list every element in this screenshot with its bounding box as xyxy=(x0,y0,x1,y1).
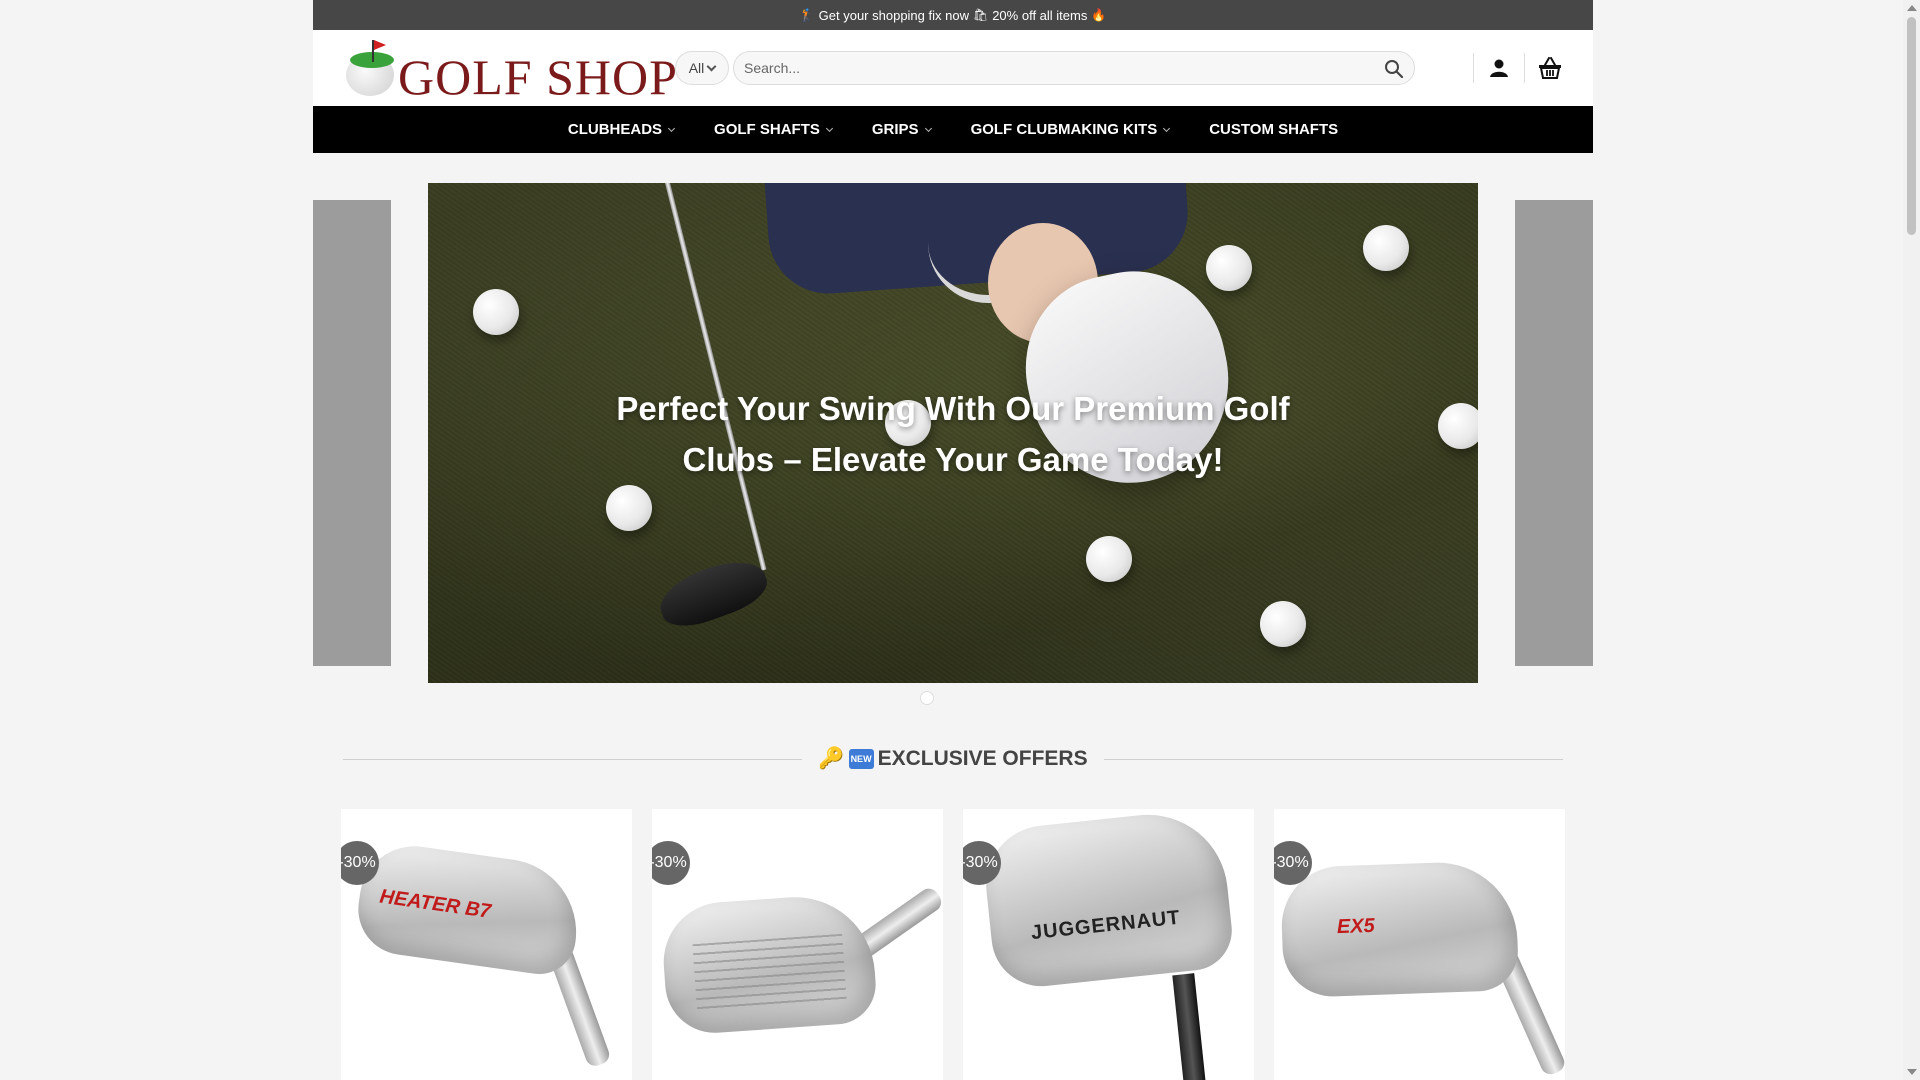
scroll-up-icon[interactable] xyxy=(1907,5,1917,11)
hero-headline-line: Clubs – Elevate Your Game Today! xyxy=(682,441,1224,478)
chevron-down-icon xyxy=(1163,124,1171,132)
golf-ball-image xyxy=(1260,601,1306,647)
slider-prev-slide[interactable] xyxy=(313,200,391,666)
nav-item-golf-shafts[interactable]: GOLF SHAFTS xyxy=(694,121,852,138)
basket-icon xyxy=(1539,57,1561,79)
nav-item-custom-shafts[interactable]: CUSTOM SHAFTS xyxy=(1189,121,1358,138)
scroll-down-icon[interactable] xyxy=(1907,1069,1917,1075)
nav-label: GOLF SHAFTS xyxy=(714,121,820,138)
divider xyxy=(343,758,803,760)
new-icon: NEW xyxy=(848,749,874,769)
shopping-bags-emoji: 🛍 xyxy=(972,8,989,22)
discount-badge: -30% xyxy=(652,841,690,885)
golf-ball-image xyxy=(473,289,519,335)
club-face-grooves xyxy=(692,933,847,1015)
club-shaft-image xyxy=(1172,973,1206,1080)
search-input[interactable] xyxy=(744,52,1364,84)
hero-photo-club-head xyxy=(652,550,774,636)
key-icon: 🔑 xyxy=(818,747,845,770)
logo-text: GOLF SHOP xyxy=(398,49,678,105)
product-image: EX5 xyxy=(1279,859,1520,999)
search-category-value: All xyxy=(688,60,705,76)
account-button[interactable] xyxy=(1474,50,1524,86)
golfer-emoji: 🏌 xyxy=(799,8,815,22)
logo-flag-icon xyxy=(374,40,386,50)
search-category-select[interactable]: All xyxy=(675,51,729,85)
product-image xyxy=(659,891,879,1037)
site-logo[interactable]: GOLF SHOP xyxy=(346,40,677,105)
product-card[interactable]: -30% HEATER B7 xyxy=(341,809,632,1080)
section-title: 🔑 NEW EXCLUSIVE OFFERS xyxy=(802,747,1103,771)
exclusive-offers-heading: 🔑 NEW EXCLUSIVE OFFERS xyxy=(343,742,1563,776)
section-title-text: EXCLUSIVE OFFERS xyxy=(877,747,1088,770)
header-icons xyxy=(1473,50,1575,86)
chevron-down-icon xyxy=(825,124,833,132)
slider-dot[interactable] xyxy=(920,691,934,705)
slider-dots xyxy=(920,691,934,705)
nav-item-golf-clubmaking-kits[interactable]: GOLF CLUBMAKING KITS xyxy=(951,121,1190,138)
hero-banner[interactable]: Perfect Your Swing With Our Premium Golf… xyxy=(428,183,1478,683)
promo-discount-text: 20% off all items xyxy=(992,7,1088,23)
nav-label: GRIPS xyxy=(871,121,919,138)
nav-item-clubheads[interactable]: CLUBHEADS xyxy=(548,121,694,138)
promo-bar: 🏌 Get your shopping fix now 🛍 20% off al… xyxy=(313,0,1593,30)
page-scrollbar[interactable] xyxy=(1903,0,1920,1080)
nav-label: GOLF CLUBMAKING KITS xyxy=(970,121,1158,138)
divider xyxy=(1103,758,1563,760)
fire-emoji: 🔥 xyxy=(1091,8,1107,22)
search-field xyxy=(733,51,1415,85)
product-card[interactable]: -30% JUGGERNAUT xyxy=(963,809,1254,1080)
scrollbar-thumb[interactable] xyxy=(1907,17,1916,235)
product-image: HEATER B7 xyxy=(352,839,586,979)
chevron-down-icon xyxy=(706,61,717,71)
nav-item-grips[interactable]: GRIPS xyxy=(852,121,951,138)
hero-photo-club-shaft xyxy=(660,183,767,571)
search-icon[interactable] xyxy=(1384,59,1404,79)
hero-headline: Perfect Your Swing With Our Premium Golf… xyxy=(428,383,1478,485)
nav-label: CLUBHEADS xyxy=(567,121,663,138)
search-bar: All xyxy=(675,51,1415,85)
user-icon xyxy=(1490,59,1508,77)
product-card[interactable]: -30% EX5 xyxy=(1274,809,1565,1080)
promo-text: Get your shopping fix now xyxy=(818,7,969,23)
hero-headline-line: Perfect Your Swing With Our Premium Golf xyxy=(616,390,1290,427)
slider-next-slide[interactable] xyxy=(1515,200,1593,666)
product-card[interactable]: -30% xyxy=(652,809,943,1080)
product-image-label: HEATER B7 xyxy=(378,885,493,923)
main-nav: CLUBHEADS GOLF SHAFTS GRIPS GOLF CLUBMAK… xyxy=(313,106,1593,153)
golf-ball-image xyxy=(606,485,652,531)
product-grid: -30% HEATER B7 -30% -30% JUGGERNAUT -30%… xyxy=(341,809,1565,1080)
golf-ball-image xyxy=(1086,536,1132,582)
site-header: GOLF SHOP All xyxy=(313,30,1593,106)
chevron-down-icon xyxy=(924,124,932,132)
golf-ball-image xyxy=(1206,245,1252,291)
golf-ball-image xyxy=(1363,225,1409,271)
product-image-label: JUGGERNAUT xyxy=(1030,906,1182,945)
nav-label: CUSTOM SHAFTS xyxy=(1209,121,1339,138)
cart-button[interactable] xyxy=(1525,50,1575,86)
chevron-down-icon xyxy=(668,124,676,132)
product-image: JUGGERNAUT xyxy=(980,809,1236,992)
product-image-label: EX5 xyxy=(1336,914,1376,939)
